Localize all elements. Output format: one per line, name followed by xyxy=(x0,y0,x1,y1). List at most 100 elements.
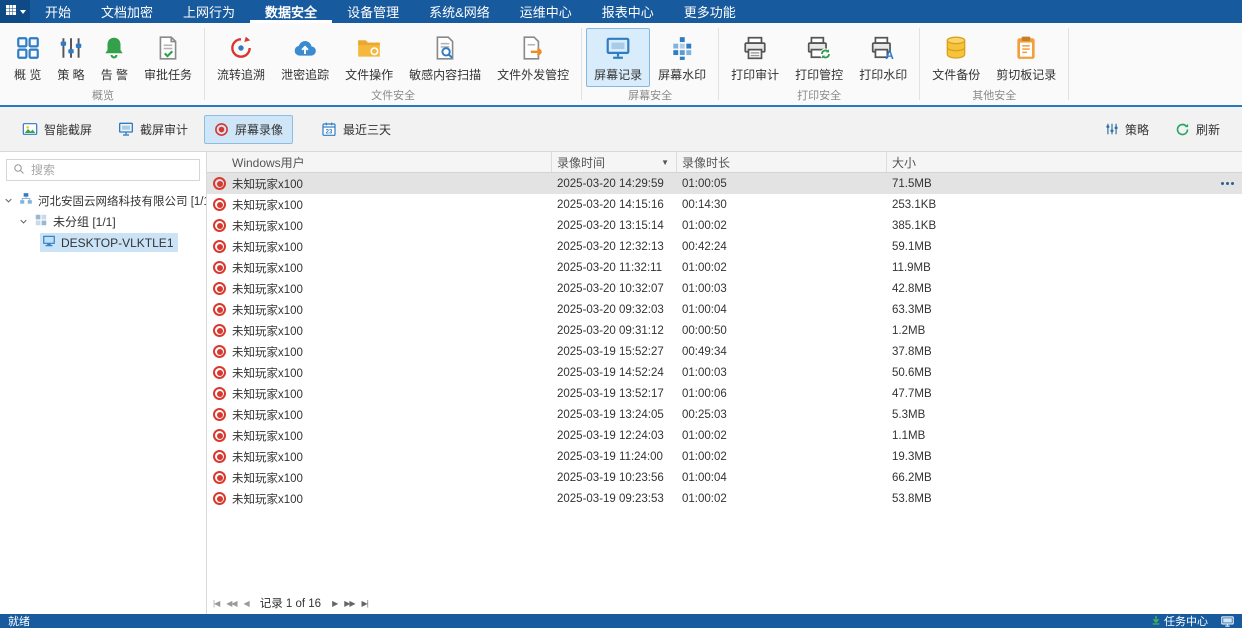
clipboard-record-icon xyxy=(1013,33,1039,63)
app-menu-button[interactable] xyxy=(0,0,30,23)
ribbon-item-overview[interactable]: 概 览 xyxy=(6,28,49,87)
ribbon-item-circulation-trace[interactable]: 流转追溯 xyxy=(209,28,273,87)
last-page-button[interactable]: ▶| xyxy=(362,599,368,608)
ribbon-item-alert[interactable]: 告 警 xyxy=(93,28,136,87)
prev-page-button[interactable]: ◀ xyxy=(244,599,249,608)
menu-item-more-functions[interactable]: 更多功能 xyxy=(669,0,751,23)
table-row[interactable]: 未知玩家x100 2025-03-19 09:23:53 01:00:02 53… xyxy=(207,488,1242,509)
row-user-text: 未知玩家x100 xyxy=(232,323,303,339)
print-audit-icon xyxy=(742,33,768,63)
overview-grid-icon xyxy=(15,33,41,63)
ribbon-item-label: 打印水印 xyxy=(859,66,907,83)
table-row[interactable]: 未知玩家x100 2025-03-19 14:52:24 01:00:03 50… xyxy=(207,362,1242,383)
first-page-button[interactable]: |◀ xyxy=(213,599,219,608)
column-header-record-time[interactable]: 录像时间 ▼ xyxy=(552,152,677,172)
smart-capture-button[interactable]: 智能截屏 xyxy=(12,115,102,144)
ribbon-item-screen-record[interactable]: 屏幕记录 xyxy=(586,28,650,87)
table-header: Windows用户 录像时间 ▼ 录像时长 大小 xyxy=(207,152,1242,173)
refresh-button[interactable]: 刷新 xyxy=(1165,115,1230,144)
task-center-button[interactable]: 任务中心 xyxy=(1151,613,1208,628)
table-row[interactable]: 未知玩家x100 2025-03-19 15:52:27 00:49:34 37… xyxy=(207,341,1242,362)
column-header-record-duration[interactable]: 录像时长 xyxy=(677,152,887,172)
ribbon-item-screen-watermark[interactable]: 屏幕水印 xyxy=(650,28,714,87)
fast-prev-button[interactable]: ◀◀ xyxy=(226,599,236,608)
search-input[interactable] xyxy=(31,163,193,177)
row-user-text: 未知玩家x100 xyxy=(232,197,303,213)
row-duration: 00:42:24 xyxy=(677,236,887,257)
row-size: 59.1MB xyxy=(887,236,1242,257)
row-duration: 01:00:03 xyxy=(677,278,887,299)
ribbon-item-leak-trace[interactable]: 泄密追踪 xyxy=(273,28,337,87)
ribbon-item-sensitive-scan[interactable]: 敏感内容扫描 xyxy=(401,28,489,87)
tree-node-company[interactable]: 河北安固云网络科技有限公司 [1/1] xyxy=(0,190,206,211)
row-duration: 01:00:04 xyxy=(677,299,887,320)
tree-node-label: 河北安固云网络科技有限公司 [1/1] xyxy=(38,193,206,209)
fast-next-button[interactable]: ▶▶ xyxy=(344,599,354,608)
table-row[interactable]: 未知玩家x100 2025-03-19 13:52:17 01:00:06 47… xyxy=(207,383,1242,404)
row-size: 66.2MB xyxy=(887,467,1242,488)
tree-node-ungrouped[interactable]: 未分组 [1/1] xyxy=(0,211,206,232)
ribbon-item-file-operation[interactable]: 文件操作 xyxy=(337,28,401,87)
ribbon: 概 览 策 略 告 警 xyxy=(0,23,1242,107)
capture-audit-button[interactable]: 截屏审计 xyxy=(108,115,198,144)
column-header-size[interactable]: 大小 xyxy=(887,152,1242,172)
ribbon-group-label: 屏幕安全 xyxy=(582,87,718,106)
table-row[interactable]: 未知玩家x100 2025-03-20 09:32:03 01:00:04 63… xyxy=(207,299,1242,320)
menu-item-data-security[interactable]: 数据安全 xyxy=(250,0,332,23)
record-dot-icon xyxy=(213,345,226,358)
table-row[interactable]: 未知玩家x100 2025-03-19 12:24:03 01:00:02 1.… xyxy=(207,425,1242,446)
column-header-windows-user[interactable]: Windows用户 xyxy=(207,152,552,172)
chevron-down-icon[interactable] xyxy=(4,196,13,205)
tree-node-computer[interactable]: DESKTOP-VLKTLE1 xyxy=(0,232,206,253)
sort-down-icon[interactable]: ▼ xyxy=(661,158,671,167)
calendar-icon: 23 xyxy=(321,121,337,137)
row-time: 2025-03-19 13:24:05 xyxy=(552,404,677,425)
table-row[interactable]: 未知玩家x100 2025-03-20 13:15:14 01:00:02 38… xyxy=(207,215,1242,236)
ribbon-item-policy[interactable]: 策 略 xyxy=(49,28,92,87)
row-time: 2025-03-20 10:32:07 xyxy=(552,278,677,299)
menu-item-web-behavior[interactable]: 上网行为 xyxy=(168,0,250,23)
alert-bell-icon xyxy=(101,33,127,63)
file-operation-folder-icon xyxy=(356,33,382,63)
ribbon-item-approval-tasks[interactable]: 审批任务 xyxy=(136,28,200,87)
table-row[interactable]: 未知玩家x100 2025-03-20 14:15:16 00:14:30 25… xyxy=(207,194,1242,215)
table-row[interactable]: 未知玩家x100 2025-03-20 12:32:13 00:42:24 59… xyxy=(207,236,1242,257)
next-page-button[interactable]: ▶ xyxy=(332,599,337,608)
menu-item-start[interactable]: 开始 xyxy=(30,0,86,23)
ribbon-group-label: 打印安全 xyxy=(719,87,919,106)
row-user-text: 未知玩家x100 xyxy=(232,449,303,465)
policy-sliders-icon xyxy=(1105,122,1119,136)
menu-item-ops-center[interactable]: 运维中心 xyxy=(505,0,587,23)
table-row[interactable]: 未知玩家x100 2025-03-20 09:31:12 00:00:50 1.… xyxy=(207,320,1242,341)
table-row[interactable]: 未知玩家x100 2025-03-19 11:24:00 01:00:02 19… xyxy=(207,446,1242,467)
ribbon-item-print-watermark[interactable]: A 打印水印 xyxy=(851,28,915,87)
policy-button[interactable]: 策略 xyxy=(1095,115,1159,144)
table-row[interactable]: 未知玩家x100 2025-03-20 10:32:07 01:00:03 42… xyxy=(207,278,1242,299)
ribbon-item-print-audit[interactable]: 打印审计 xyxy=(723,28,787,87)
record-dot-icon xyxy=(213,261,226,274)
table-row[interactable]: 未知玩家x100 2025-03-19 10:23:56 01:00:04 66… xyxy=(207,467,1242,488)
menu-item-device-management[interactable]: 设备管理 xyxy=(332,0,414,23)
screen-recording-button[interactable]: 屏幕录像 xyxy=(204,115,293,144)
row-more-button[interactable] xyxy=(1221,173,1234,194)
record-dot-icon xyxy=(213,366,226,379)
approval-task-icon xyxy=(155,33,181,63)
ribbon-item-file-backup[interactable]: 文件备份 xyxy=(924,28,988,87)
menu-item-system-network[interactable]: 系统&网络 xyxy=(414,0,505,23)
tree-node-label: 未分组 [1/1] xyxy=(53,213,116,230)
chevron-down-icon[interactable] xyxy=(18,217,28,226)
table-row[interactable]: 未知玩家x100 2025-03-20 14:29:59 01:00:05 71… xyxy=(207,173,1242,194)
menu-item-doc-encryption[interactable]: 文档加密 xyxy=(86,0,168,23)
ribbon-item-clipboard-record[interactable]: 剪切板记录 xyxy=(988,28,1064,87)
ribbon-item-label: 概 览 xyxy=(14,66,41,83)
table-row[interactable]: 未知玩家x100 2025-03-19 13:24:05 00:25:03 5.… xyxy=(207,404,1242,425)
menu-item-report-center[interactable]: 报表中心 xyxy=(587,0,669,23)
ribbon-item-file-outgoing-control[interactable]: 文件外发管控 xyxy=(489,28,577,87)
ribbon-item-print-control[interactable]: 打印管控 xyxy=(787,28,851,87)
recent-days-button[interactable]: 23 最近三天 xyxy=(311,115,401,144)
row-duration: 01:00:02 xyxy=(677,446,887,467)
monitor-status-icon[interactable] xyxy=(1221,616,1234,627)
sidebar: 河北安固云网络科技有限公司 [1/1] 未分组 [1/1] xyxy=(0,152,207,614)
print-control-icon xyxy=(806,33,832,63)
table-row[interactable]: 未知玩家x100 2025-03-20 11:32:11 01:00:02 11… xyxy=(207,257,1242,278)
